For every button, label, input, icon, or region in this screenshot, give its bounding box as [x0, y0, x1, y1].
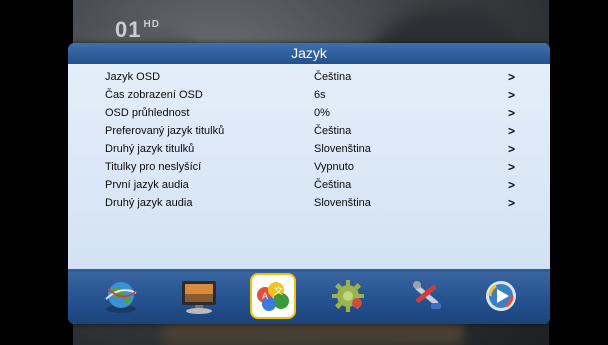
media-play-icon[interactable]	[478, 273, 524, 319]
setting-label: Jazyk OSD	[105, 71, 161, 83]
setting-label: Titulky pro neslyšící	[105, 161, 202, 173]
setting-value: Čeština	[314, 71, 352, 83]
setting-value: 0%	[314, 107, 330, 119]
language-settings-dialog: Jazyk Jazyk OSD Čeština > Čas zobrazení …	[68, 43, 550, 324]
setting-value: Slovenština	[314, 197, 371, 209]
setting-label: Čas zobrazení OSD	[105, 89, 203, 101]
svg-text:A: A	[262, 291, 268, 301]
setting-row-second-audio-language[interactable]: Druhý jazyk audia Slovenština >	[68, 194, 550, 212]
setting-row-osd-language[interactable]: Jazyk OSD Čeština >	[68, 68, 550, 86]
settings-list: Jazyk OSD Čeština > Čas zobrazení OSD 6s…	[68, 64, 550, 269]
setting-label: Preferovaný jazyk titulků	[105, 125, 225, 137]
setting-label: OSD průhlednost	[105, 107, 190, 119]
dialog-title: Jazyk	[68, 43, 550, 64]
gear-system-icon[interactable]	[325, 273, 371, 319]
chevron-right-icon: >	[508, 88, 516, 102]
setting-row-second-subtitle-language[interactable]: Druhý jazyk titulků Slovenština >	[68, 140, 550, 158]
monitor-icon[interactable]	[176, 273, 222, 319]
channel-logo-text: 01	[115, 17, 142, 42]
chevron-right-icon: >	[508, 196, 516, 210]
tools-icon[interactable]	[403, 273, 449, 319]
chevron-right-icon: >	[508, 106, 516, 120]
language-settings-icon[interactable]: A 文	[250, 273, 296, 319]
setting-label: Druhý jazyk audia	[105, 197, 193, 209]
setting-value: Čeština	[314, 179, 352, 191]
setting-value: Slovenština	[314, 143, 371, 155]
chevron-right-icon: >	[508, 142, 516, 156]
chevron-right-icon: >	[508, 178, 516, 192]
setting-row-osd-transparency[interactable]: OSD průhlednost 0% >	[68, 104, 550, 122]
globe-network-icon[interactable]	[98, 273, 144, 319]
setting-row-hearing-impaired-subtitles[interactable]: Titulky pro neslyšící Vypnuto >	[68, 158, 550, 176]
setting-label: Druhý jazyk titulků	[105, 143, 195, 155]
setting-row-osd-timeout[interactable]: Čas zobrazení OSD 6s >	[68, 86, 550, 104]
setting-value: 6s	[314, 89, 326, 101]
setting-label: První jazyk audia	[105, 179, 189, 191]
chevron-right-icon: >	[508, 160, 516, 174]
channel-logo: 01 HD	[115, 17, 160, 43]
setting-value: Vypnuto	[314, 161, 354, 173]
svg-text:文: 文	[274, 285, 283, 296]
setting-value: Čeština	[314, 125, 352, 137]
menu-icon-bar: A 文	[68, 269, 550, 324]
hd-badge: HD	[143, 19, 160, 30]
setting-row-preferred-subtitle-language[interactable]: Preferovaný jazyk titulků Čeština >	[68, 122, 550, 140]
setting-row-first-audio-language[interactable]: První jazyk audia Čeština >	[68, 176, 550, 194]
chevron-right-icon: >	[508, 70, 516, 84]
chevron-right-icon: >	[508, 124, 516, 138]
